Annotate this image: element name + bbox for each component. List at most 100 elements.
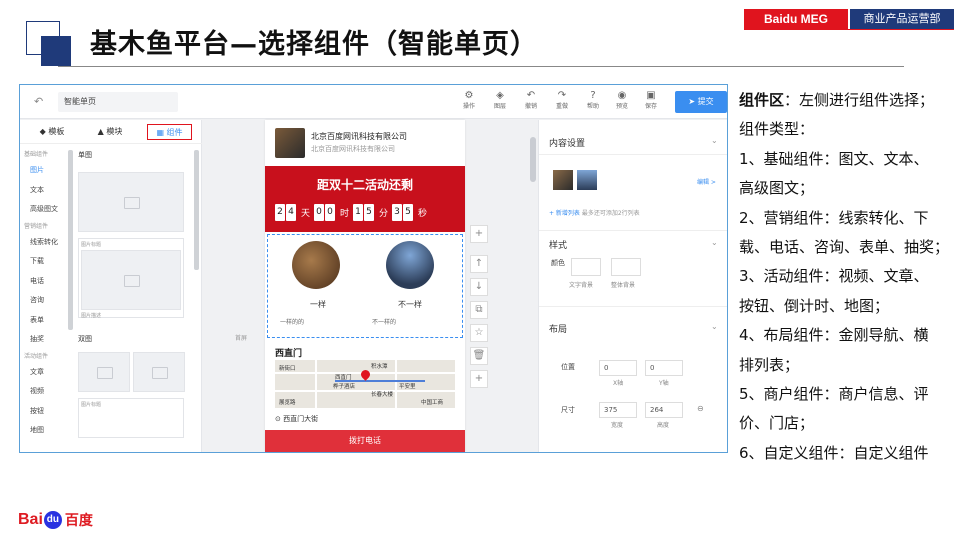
redo-icon: ↷ [557,90,567,101]
preview-icon: ◉ [617,90,627,101]
description-line: 组件类型： [739,120,815,139]
selected-image-text-block[interactable]: 一样 不一样 一样的的 不一样的 [267,234,463,338]
category-item-video[interactable]: 视频 [20,382,68,402]
category-scrollbar[interactable] [68,150,73,330]
countdown-unit: 天 [301,209,311,219]
map-label: 新街口 [279,366,296,372]
add-below-icon[interactable]: + [470,370,488,388]
category-item-text[interactable]: 文本 [20,181,68,201]
map-block[interactable]: 西直门 新街口 积水潭 西直门 平安里 长春大楼 桦子酒店 中国工商 展览路 ⊙… [265,342,465,452]
lock-ratio-icon[interactable]: ⊖ [697,404,704,413]
category-item-consult[interactable]: 咨询 [20,291,68,311]
page-name-field[interactable]: 智能单页 [58,92,178,112]
content-thumbnail-2[interactable] [577,170,597,190]
category-item-article[interactable]: 文章 [20,363,68,383]
layers-icon: ◈ [496,90,504,101]
toolbar-help[interactable]: ? 帮助 [580,90,606,112]
item-subtitle-1: 一样的的 [280,319,305,326]
height-caption: 高度 [657,422,670,429]
category-list: 基础组件 图片 文本 高级图文 营销组件 线索转化 下载 电话 咨询 表单 抽奖… [20,148,68,452]
item-title-2: 不一样 [398,300,422,309]
back-arrow-icon[interactable]: ↶ [34,95,43,108]
x-axis-input[interactable]: 0 [599,360,637,376]
component-label-double: 双图 [78,335,92,343]
tab-components[interactable]: ▦ 组件 [147,124,192,140]
move-down-icon[interactable]: ↓ [470,278,488,296]
x-axis-caption: X轴 [613,380,624,387]
map-road [275,390,455,392]
canvas-scrollbar[interactable] [530,137,536,182]
category-item-lottery[interactable]: 抽奖 [20,330,68,350]
merchant-subtitle: 北京百度网讯科技有限公司 [311,145,395,153]
chevron-down-icon[interactable]: ⌄ [711,322,718,331]
merchant-info-block[interactable]: 北京百度网讯科技有限公司 北京百度网讯科技有限公司 [265,120,465,166]
image-text-component[interactable]: 图片标题 图片描述 [78,238,184,319]
tab-templates[interactable]: ◆ 模板 [32,124,72,140]
whole-bg-swatch[interactable] [611,258,641,276]
delete-icon[interactable]: 🗑 [470,347,488,365]
description-line: 1、基础组件：图文、文本、 [739,149,929,168]
chevron-down-icon[interactable]: ⌄ [711,136,718,145]
favorite-icon[interactable]: ☆ [470,324,488,342]
countdown-title: 距双十二活动还剩 [316,178,413,192]
category-item-phone[interactable]: 电话 [20,272,68,292]
add-list-link[interactable]: + 新增列表 最多还可添加2行列表 [549,208,640,217]
text-bg-caption: 文字背景 [569,282,594,289]
toolbar-layers[interactable]: ◈ 图层 [487,90,513,112]
single-image-component[interactable] [78,172,184,232]
tab-modules[interactable]: ▲ 模块 [90,124,130,140]
page-canvas: 北京百度网讯科技有限公司 北京百度网讯科技有限公司 距双十二活动还剩 2 4 天… [265,120,465,452]
description-line: 按钮、倒计时、地图； [739,296,890,315]
move-up-icon[interactable]: ↑ [470,255,488,273]
item-title-1: 一样 [310,300,326,309]
category-item-image[interactable]: 图片 [20,161,68,181]
add-icon[interactable]: + [470,225,488,243]
width-input[interactable]: 375 [599,402,637,418]
category-item-lead[interactable]: 线索转化 [20,233,68,253]
double-image-text-component[interactable]: 图片标题 [78,398,184,438]
section-divider [539,154,727,155]
category-item-button[interactable]: 按钮 [20,402,68,422]
component-gallery: 单图 图片标题 图片描述 双图 图片标题 [78,148,194,452]
category-item-rich-text[interactable]: 高级图文 [20,200,68,220]
category-head-activity: 活动组件 [24,352,49,360]
editor-toolbar: ↶ 智能单页 ⚙ 操作 ◈ 图层 ↶ 撤销 ↷ 重做 ? 帮助 ◉ 预览 ▣ 保存 ➤ 提交 [20,85,727,119]
y-axis-input[interactable]: 0 [645,360,683,376]
gallery-scrollbar[interactable] [194,150,199,270]
help-icon: ? [590,90,596,101]
description-line: 4、布局组件：金刚导航、横 [739,326,929,345]
description-line: 3、活动组件：视频、文章、 [739,267,929,286]
block-action-bar: + ↑ ↓ ⧉ ☆ 🗑 + [470,225,490,393]
description-line: 5、商户组件：商户信息、评 [739,385,929,404]
category-item-map[interactable]: 地图 [20,421,68,441]
operation-icon: ⚙ [464,90,474,101]
copy-icon[interactable]: ⧉ [470,301,488,319]
send-icon: ➤ [688,97,698,106]
map-address: ⊙ 西直门大街 [275,415,319,423]
category-item-form[interactable]: 表单 [20,311,68,331]
toolbar-redo[interactable]: ↷ 重做 [549,90,575,112]
chevron-down-icon[interactable]: ⌄ [711,238,718,247]
circle-image-1 [292,241,340,289]
call-button[interactable]: 拨打电话 [265,430,465,452]
header-accent-line [744,29,954,30]
component-panel: ◆ 模板 ▲ 模块 ▦ 组件 基础组件 图片 文本 高级图文 营销组件 线索转化… [20,120,202,452]
double-image-component[interactable] [78,352,194,392]
toolbar-preview[interactable]: ◉ 预览 [609,90,635,112]
toolbar-undo[interactable]: ↶ 撤销 [518,90,544,112]
y-axis-caption: Y轴 [659,380,669,387]
map-label: 积水潭 [371,364,388,370]
countdown-block[interactable]: 距双十二活动还剩 2 4 天 0 0 时 1 5 分 3 5 秒 [265,166,465,232]
content-thumbnail-1[interactable] [553,170,573,190]
edit-link[interactable]: 编辑 > [697,177,716,186]
map-label: 长春大楼 [371,392,394,398]
toolbar-save[interactable]: ▣ 保存 [638,90,664,112]
text-bg-swatch[interactable] [571,258,601,276]
description-intro: 组件区：左侧进行组件选择； [739,91,935,109]
category-head-basic: 基础组件 [24,151,49,158]
category-item-download[interactable]: 下载 [20,252,68,272]
height-input[interactable]: 264 [645,402,683,418]
map-label: 中国工商 [421,400,444,406]
submit-button[interactable]: ➤ 提交 [675,91,727,113]
toolbar-operation[interactable]: ⚙ 操作 [456,90,482,112]
